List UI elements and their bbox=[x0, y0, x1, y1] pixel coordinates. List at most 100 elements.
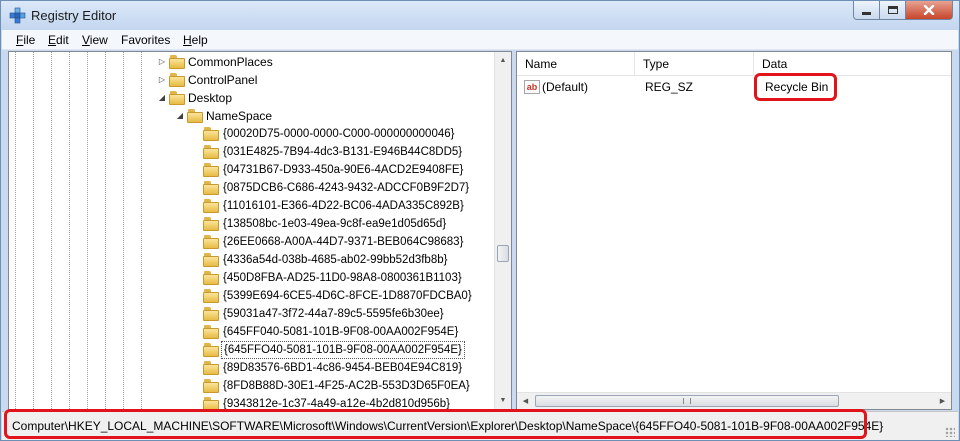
value-row[interactable]: ab (Default) REG_SZ Recycle Bin bbox=[517, 78, 951, 96]
folder-icon bbox=[203, 253, 219, 267]
tree-node[interactable]: ◢ Desktop bbox=[9, 89, 489, 107]
menu-view[interactable]: View bbox=[82, 33, 108, 47]
tree-node[interactable]: {450D8FBA-AD25-11D0-98A8-0800361B1103} bbox=[9, 269, 489, 287]
tree-node[interactable]: {26EE0668-A00A-44D7-9371-BEB064C98683} bbox=[9, 233, 489, 251]
tree-node-label: {0875DCB6-C686-4243-9432-ADCCF0B9F2D7} bbox=[223, 182, 470, 194]
tree-node[interactable]: {59031a47-3f72-44a7-89c5-5595fe6b30ee} bbox=[9, 305, 489, 323]
folder-body bbox=[203, 148, 219, 159]
column-name[interactable]: Name bbox=[517, 52, 635, 76]
tree-node-label: CommonPlaces bbox=[188, 55, 273, 69]
folder-body bbox=[203, 166, 219, 177]
tree-node[interactable]: {5399E694-6CE5-4D6C-8FCE-1D8870FDCBA0} bbox=[9, 287, 489, 305]
scroll-down-icon[interactable]: ▼ bbox=[495, 392, 511, 409]
value-type: REG_SZ bbox=[645, 80, 694, 94]
scroll-thumb[interactable] bbox=[497, 245, 509, 262]
tree-node[interactable]: {031E4825-7B94-4dc3-B131-E946B44C8DD5} bbox=[9, 143, 489, 161]
folder-body bbox=[203, 238, 219, 249]
value-data: Recycle Bin bbox=[765, 80, 829, 94]
tree-node-label: {4336a54d-038b-4685-ab02-99bb52d3fb8b} bbox=[223, 254, 448, 266]
maximize-icon bbox=[887, 6, 898, 14]
folder-icon bbox=[203, 217, 219, 231]
folder-body bbox=[187, 112, 203, 123]
menu-file[interactable]: File bbox=[16, 33, 35, 47]
menu-favorites[interactable]: Favorites bbox=[121, 33, 170, 47]
tree-node-label: ControlPanel bbox=[188, 73, 258, 87]
column-header: Name Type Data bbox=[517, 52, 951, 76]
menu-edit-mnemonic: E bbox=[48, 33, 57, 47]
tree-node[interactable]: {8FD8B88D-30E1-4F25-AC2B-553D3D65F0EA} bbox=[9, 377, 489, 395]
tree-node-label: NameSpace bbox=[206, 109, 273, 123]
folder-icon bbox=[203, 199, 219, 213]
values-pane[interactable]: Name Type Data ab (Default) REG_SZ Recyc… bbox=[516, 51, 952, 410]
maximize-button[interactable] bbox=[880, 1, 906, 20]
folder-body bbox=[203, 202, 219, 213]
folder-icon bbox=[203, 307, 219, 321]
column-data[interactable]: Data bbox=[754, 52, 951, 76]
folder-body bbox=[203, 364, 219, 375]
values-horizontal-scrollbar[interactable]: ◀ ▶ bbox=[517, 392, 951, 409]
folder-body bbox=[169, 58, 185, 69]
folder-icon bbox=[169, 55, 185, 69]
scroll-left-icon[interactable]: ◀ bbox=[517, 393, 534, 409]
tree-node[interactable]: {645FFO40-5081-101B-9F08-00AA002F954E} bbox=[9, 341, 489, 359]
menu-file-label: ile bbox=[23, 33, 36, 47]
tree-node[interactable]: ◢ NameSpace bbox=[9, 107, 489, 125]
resize-grip-icon[interactable] bbox=[945, 427, 955, 437]
collapsed-arrow-icon[interactable]: ▷ bbox=[157, 71, 167, 89]
menu-edit[interactable]: Edit bbox=[48, 33, 69, 47]
tree-node-label: {26EE0668-A00A-44D7-9371-BEB064C98683} bbox=[223, 236, 464, 248]
tree-node-label: {04731B67-D933-450a-90E6-4ACD2E9408FE} bbox=[223, 164, 464, 176]
tree-node-label: {138508bc-1e03-49ea-9c8f-ea9e1d05d65d} bbox=[223, 218, 447, 230]
tree-node[interactable]: {11016101-E366-4D22-BC06-4ADA335C892B} bbox=[9, 197, 489, 215]
scroll-grip-icon bbox=[683, 398, 691, 404]
tree-node[interactable]: ▷ ControlPanel bbox=[9, 71, 489, 89]
status-bar: Computer\HKEY_LOCAL_MACHINE\SOFTWARE\Mic… bbox=[2, 411, 958, 440]
folder-icon bbox=[203, 145, 219, 159]
column-type[interactable]: Type bbox=[635, 52, 754, 76]
tree-node-label: {8FD8B88D-30E1-4F25-AC2B-553D3D65F0EA} bbox=[223, 380, 470, 392]
tree-node-label: {00020D75-0000-0000-C000-000000000046} bbox=[223, 128, 455, 140]
tree-node[interactable]: {04731B67-D933-450a-90E6-4ACD2E9408FE} bbox=[9, 161, 489, 179]
folder-icon bbox=[203, 343, 219, 357]
tree-node[interactable]: {138508bc-1e03-49ea-9c8f-ea9e1d05d65d} bbox=[9, 215, 489, 233]
folder-icon bbox=[203, 379, 219, 393]
tree-node[interactable]: ▷ CommonPlaces bbox=[9, 53, 489, 71]
close-button[interactable] bbox=[906, 1, 953, 20]
folder-body bbox=[203, 256, 219, 267]
menu-favorites-label: Favorites bbox=[121, 33, 171, 47]
menu-help[interactable]: Help bbox=[183, 33, 208, 47]
close-icon bbox=[923, 5, 935, 15]
tree-node-label: {450D8FBA-AD25-11D0-98A8-0800361B1103} bbox=[223, 272, 462, 284]
scroll-up-icon[interactable]: ▲ bbox=[495, 52, 511, 69]
tree-node[interactable]: {00020D75-0000-0000-C000-000000000046} bbox=[9, 125, 489, 143]
tree-node[interactable]: {89D83576-6BD1-4c86-9454-BEB04E94C819} bbox=[9, 359, 489, 377]
value-name: (Default) bbox=[542, 80, 589, 94]
folder-icon bbox=[203, 397, 219, 409]
collapsed-arrow-icon[interactable]: ▷ bbox=[157, 53, 167, 71]
key-tree-pane[interactable]: ▷ CommonPlaces ▷ ControlPanel ◢ Desktop ◢ NameS… bbox=[8, 51, 512, 410]
folder-body bbox=[203, 184, 219, 195]
scroll-thumb[interactable] bbox=[535, 395, 839, 407]
registry-editor-icon bbox=[9, 7, 26, 24]
folder-icon bbox=[203, 271, 219, 285]
tree-vertical-scrollbar[interactable]: ▲ ▼ bbox=[494, 52, 511, 409]
menu-help-label: elp bbox=[191, 33, 208, 47]
scroll-right-icon[interactable]: ▶ bbox=[934, 393, 951, 409]
tree-node[interactable]: {4336a54d-038b-4685-ab02-99bb52d3fb8b} bbox=[9, 251, 489, 269]
minimize-button[interactable] bbox=[853, 1, 880, 20]
tree-node-label: Desktop bbox=[188, 91, 233, 105]
expanded-arrow-icon[interactable]: ◢ bbox=[157, 89, 167, 107]
tree-node[interactable]: {9343812e-1c37-4a49-a12e-4b2d810d956b} bbox=[9, 395, 489, 409]
folder-body bbox=[203, 130, 219, 141]
tree-node[interactable]: {0875DCB6-C686-4243-9432-ADCCF0B9F2D7} bbox=[9, 179, 489, 197]
menu-help-mnemonic: H bbox=[183, 33, 192, 47]
folder-body bbox=[169, 94, 185, 105]
folder-icon bbox=[187, 109, 203, 123]
string-value-icon: ab bbox=[524, 80, 540, 94]
folder-icon bbox=[203, 163, 219, 177]
expanded-arrow-icon[interactable]: ◢ bbox=[175, 107, 185, 125]
title-bar[interactable]: Registry Editor bbox=[1, 1, 959, 30]
tree-node[interactable]: {645FF040-5081-101B-9F08-00AA002F954E} bbox=[9, 323, 489, 341]
folder-icon bbox=[203, 289, 219, 303]
menu-bar: File Edit View Favorites Help bbox=[2, 30, 958, 50]
